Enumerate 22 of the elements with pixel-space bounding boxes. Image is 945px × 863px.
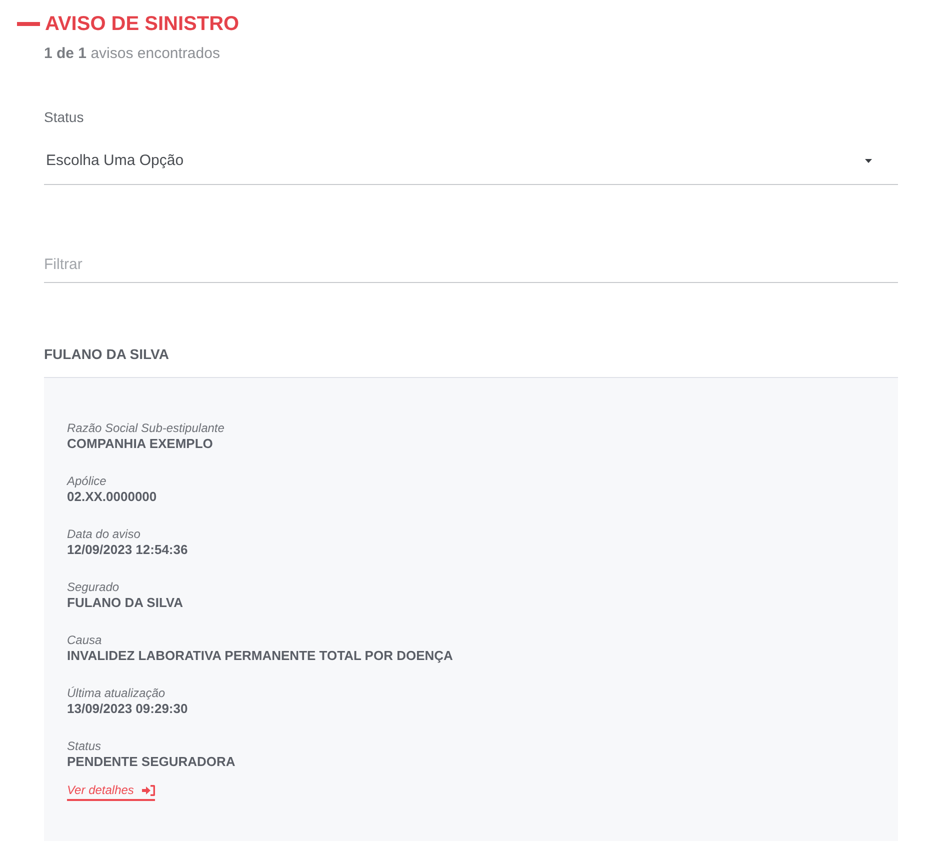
status-select[interactable]: Escolha Uma Opção [44, 143, 898, 185]
field-value: COMPANHIA EXEMPLO [67, 436, 213, 452]
field-label: Última atualização [67, 686, 166, 701]
field-value: PENDENTE SEGURADORA [67, 754, 236, 770]
field-label: Causa [67, 633, 102, 648]
results-count: 1 de 1 avisos encontrados [44, 44, 221, 64]
field-value: FULANO DA SILVA [67, 595, 184, 611]
accent-bar [17, 22, 40, 26]
field-value: 13/09/2023 09:29:30 [67, 701, 188, 717]
field-value: 12/09/2023 12:54:36 [67, 542, 188, 558]
filter-field[interactable]: Filtrar [44, 247, 898, 283]
field-value: 02.XX.0000000 [67, 489, 157, 505]
field-label: Status [67, 739, 102, 754]
field-label: Razão Social Sub-estipulante [67, 421, 224, 436]
field-label: Data do aviso [67, 527, 140, 542]
field-label: Segurado [67, 580, 120, 595]
caret-icon [865, 159, 872, 163]
page-title: AVISO DE SINISTRO [45, 12, 240, 36]
arrow-into-bracket-icon [142, 785, 155, 796]
status-label: Status [44, 108, 85, 126]
field-label: Apólice [67, 474, 106, 489]
field-value: INVALIDEZ LABORATIVA PERMANENTE TOTAL POR DOENÇA [67, 648, 453, 664]
